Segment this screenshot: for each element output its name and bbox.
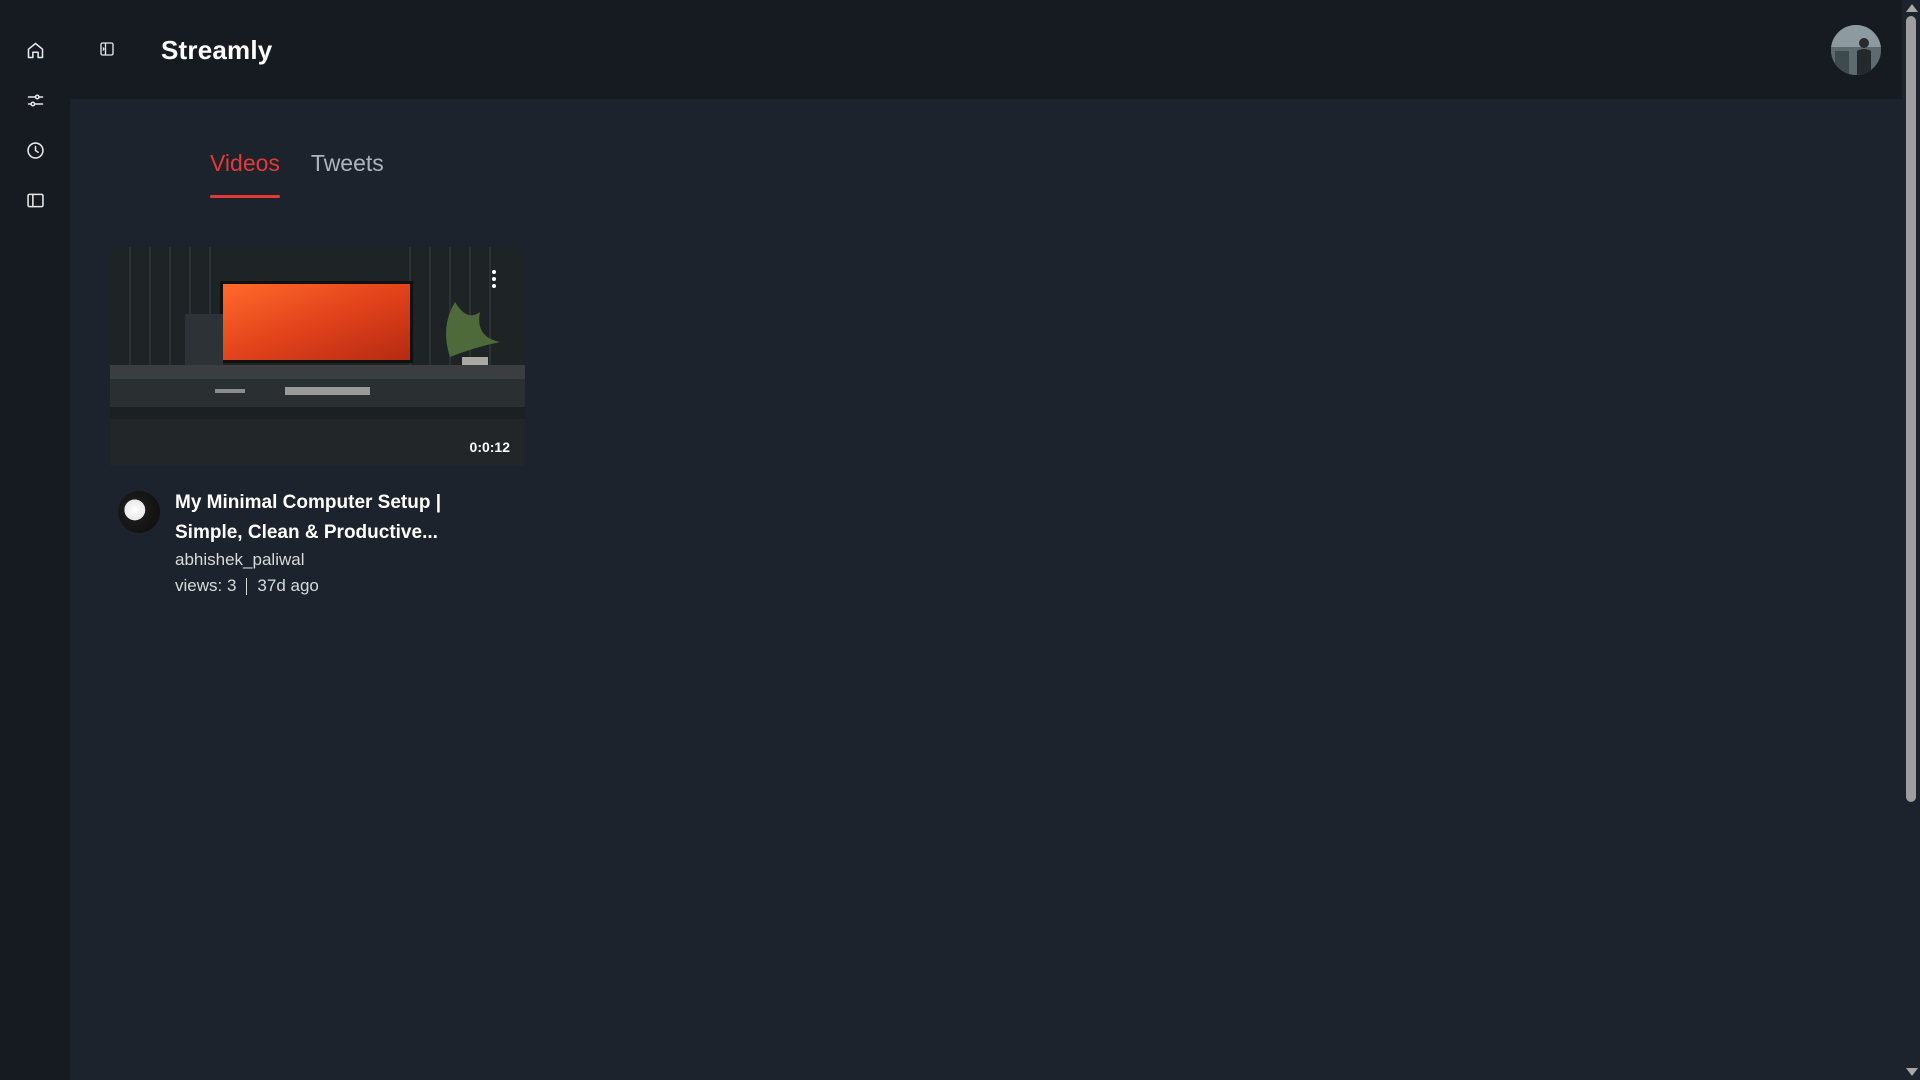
video-title[interactable]: My Minimal Computer Setup | Simple, Clea… [175,488,505,548]
more-options-icon[interactable] [487,267,501,291]
scrollbar-thumb[interactable] [1906,16,1916,802]
video-thumbnail[interactable]: 0:0:12 [110,247,525,466]
scroll-up-arrow-icon[interactable] [1906,4,1918,12]
app-title[interactable]: Streamly [161,35,272,66]
channel-avatar[interactable] [118,491,160,533]
sliders-icon[interactable] [22,87,48,113]
stats-divider [246,577,248,595]
home-icon[interactable] [22,37,48,63]
view-count: views: 3 [175,576,237,595]
scroll-down-arrow-icon[interactable] [1906,1068,1918,1076]
channel-name[interactable]: abhishek_paliwal [175,550,304,570]
upload-age: 37d ago [257,576,319,595]
user-avatar[interactable] [1831,25,1881,75]
video-stats: views: 3 37d ago [175,576,319,596]
top-header: Streamly [70,0,1902,99]
tab-tweets[interactable]: Tweets [311,150,384,198]
video-card[interactable]: 0:0:12 My Minimal Computer Setup | Simpl… [110,247,525,595]
content-tabs: Videos Tweets [210,150,415,200]
vertical-scrollbar[interactable] [1902,0,1920,1080]
sidebar-collapse-icon[interactable] [95,37,119,61]
tab-videos[interactable]: Videos [210,150,280,198]
sidebar-panel-icon[interactable] [22,187,48,213]
icon-sidebar [0,0,70,1080]
video-duration: 0:0:12 [469,439,510,455]
clock-icon[interactable] [22,137,48,163]
